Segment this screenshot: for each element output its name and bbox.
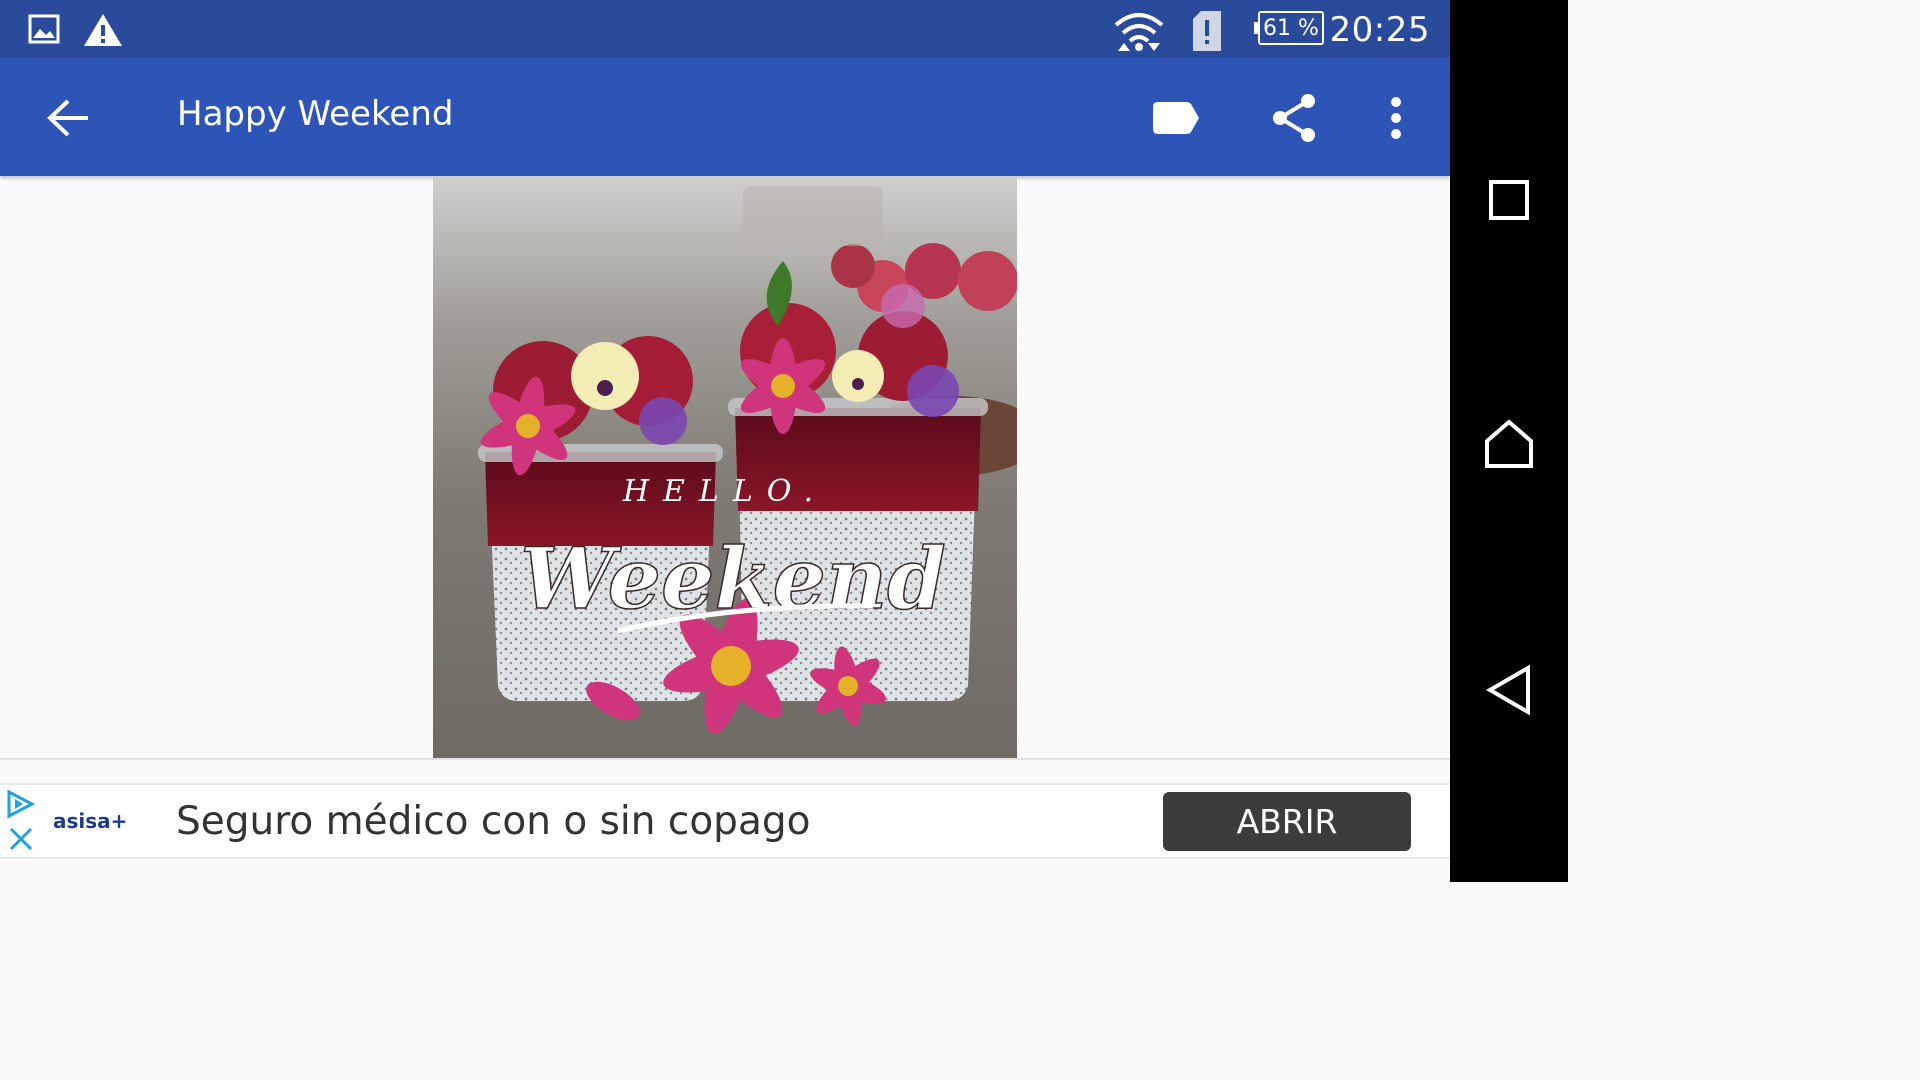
wifi-icon <box>1114 11 1164 58</box>
battery-icon: 61 % <box>1254 11 1324 45</box>
more-vert-icon[interactable] <box>1366 88 1426 148</box>
clock: 20:25 <box>1329 10 1430 50</box>
back-arrow-icon[interactable] <box>38 88 98 148</box>
ad-banner[interactable]: asisa+ Seguro médico con o sin copago AB… <box>0 783 1450 859</box>
sim-alert-icon <box>1191 10 1223 57</box>
image-overlay-hello: HELLO. <box>622 474 827 509</box>
ad-open-button[interactable]: ABRIR <box>1163 792 1411 851</box>
back-icon[interactable] <box>1479 660 1539 720</box>
app-bar: Happy Weekend <box>0 58 1450 176</box>
recents-icon[interactable] <box>1479 170 1539 230</box>
home-icon[interactable] <box>1479 414 1539 474</box>
ad-brand-logo: asisa+ <box>53 809 128 833</box>
warning-icon <box>82 12 124 53</box>
greeting-image[interactable]: HELLO. Weekend <box>433 176 1017 758</box>
ad-text: Seguro médico con o sin copago <box>176 799 811 844</box>
image-icon <box>28 14 60 49</box>
close-icon[interactable] <box>9 827 33 856</box>
status-bar: 61 % 20:25 <box>0 0 1450 58</box>
page-title: Happy Weekend <box>177 94 454 134</box>
share-icon[interactable] <box>1264 88 1324 148</box>
adchoices-icon[interactable] <box>6 789 36 824</box>
label-icon[interactable] <box>1146 88 1206 148</box>
divider <box>0 758 1450 760</box>
navigation-bar <box>1450 0 1568 882</box>
